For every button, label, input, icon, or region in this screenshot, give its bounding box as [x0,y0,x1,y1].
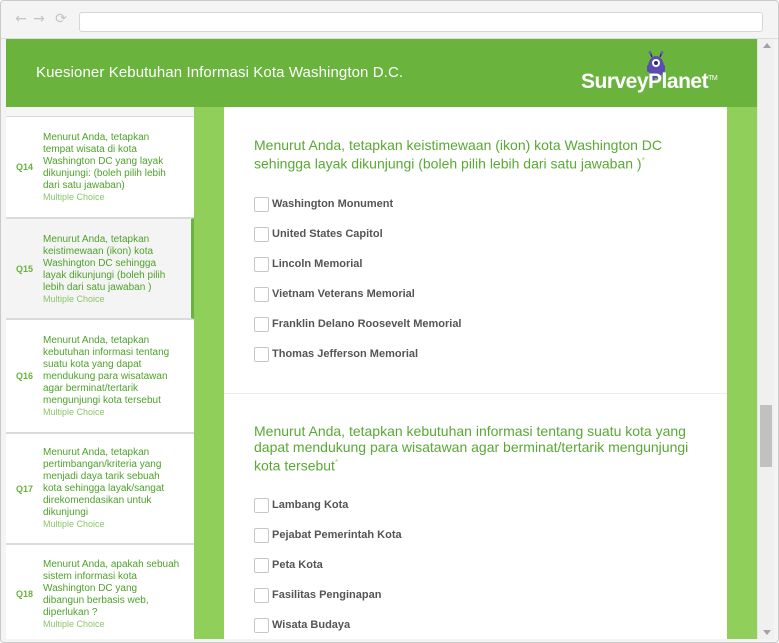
question-type: Multiple Choice [43,619,105,629]
logo-wordmark: SurveyPlanetTM [581,70,718,93]
survey-title: Kuesioner Kebutuhan Informasi Kota Washi… [36,64,404,81]
required-marker: * [334,458,339,467]
required-marker: * [641,156,645,165]
question-preview: Menurut Anda, tetapkan kebutuhan informa… [43,335,181,418]
checkbox[interactable] [254,558,269,573]
option-label: United States Capitol [272,228,383,240]
option-label: Lincoln Memorial [272,258,363,270]
checkbox[interactable] [254,498,269,513]
option-label: Thomas Jefferson Memorial [272,348,419,360]
sidebar-item-q15[interactable]: Q15 Menurut Anda, tetapkan keistimewaan … [6,218,194,319]
option-label: Pejabat Pemerintah Kota [272,529,402,541]
survey-page: Kuesioner Kebutuhan Informasi Kota Washi… [6,39,757,639]
content-frame-right [727,107,757,639]
reload-icon[interactable]: ⟳ [53,11,69,27]
checkbox[interactable] [254,528,269,543]
option-label: Peta Kota [272,559,323,571]
question-title-q16: Menurut Anda, tetapkan kebutuhan informa… [254,423,689,474]
question-number: Q14 [16,162,34,172]
checkbox[interactable] [254,227,269,242]
question-content: Menurut Anda, tetapkan keistimewaan (iko… [224,107,727,639]
sidebar-item-q18[interactable]: Q18 Menurut Anda, apakah sebuah sistem i… [6,544,194,639]
scrollbar-thumb[interactable] [760,405,772,467]
checkbox[interactable] [254,347,269,362]
option-label: Franklin Delano Roosevelt Memorial [272,318,462,330]
back-arrow-icon[interactable]: ← [13,11,29,27]
checkbox[interactable] [254,257,269,272]
checkbox[interactable] [254,287,269,302]
question-divider [224,393,727,394]
question-title-q15: Menurut Anda, tetapkan keistimewaan (iko… [254,137,663,172]
option-label: Washington Monument [272,198,394,210]
question-number: Q16 [16,371,34,381]
question-preview: Menurut Anda, tetapkan pertimbangan/krit… [43,447,181,530]
question-type: Multiple Choice [43,192,105,202]
question-type: Multiple Choice [43,294,105,304]
checkbox[interactable] [254,197,269,212]
sidebar-item-q14[interactable]: Q14 Menurut Anda, tetapkan tempat wisata… [6,116,194,218]
forward-arrow-icon[interactable]: → [31,11,47,27]
option-label: Wisata Budaya [272,619,351,631]
browser-window: ← → ⟳ Kuesioner Kebutuhan Informasi Kota… [0,0,779,643]
address-bar[interactable] [79,12,763,32]
question-number: Q15 [16,264,34,274]
content-frame-left [194,107,224,639]
surveyplanet-logo[interactable]: SurveyPlanetTM [581,51,731,97]
option-label: Lambang Kota [272,499,349,511]
option-label: Vietnam Veterans Memorial [272,288,415,300]
scroll-down-arrow-icon[interactable] [763,630,771,635]
scroll-up-arrow-icon[interactable] [763,43,771,48]
question-sidebar: Q14 Menurut Anda, tetapkan tempat wisata… [6,107,194,639]
sidebar-item-q17[interactable]: Q17 Menurut Anda, tetapkan pertimbangan/… [6,433,194,544]
question-preview: Menurut Anda, tetapkan keistimewaan (iko… [43,234,181,305]
checkbox[interactable] [254,618,269,633]
vertical-scrollbar[interactable] [757,39,774,639]
checkbox[interactable] [254,317,269,332]
survey-header: Kuesioner Kebutuhan Informasi Kota Washi… [6,39,757,107]
question-preview: Menurut Anda, apakah sebuah sistem infor… [43,559,180,629]
sidebar-item-q16[interactable]: Q16 Menurut Anda, tetapkan kebutuhan inf… [6,319,194,433]
question-number: Q17 [16,484,34,494]
question-preview: Menurut Anda, tetapkan tempat wisata di … [43,132,181,203]
option-label: Fasilitas Penginapan [272,589,382,601]
question-number: Q18 [16,589,34,599]
question-type: Multiple Choice [43,519,105,529]
checkbox[interactable] [254,588,269,603]
question-type: Multiple Choice [43,407,105,417]
browser-toolbar: ← → ⟳ [1,1,778,39]
